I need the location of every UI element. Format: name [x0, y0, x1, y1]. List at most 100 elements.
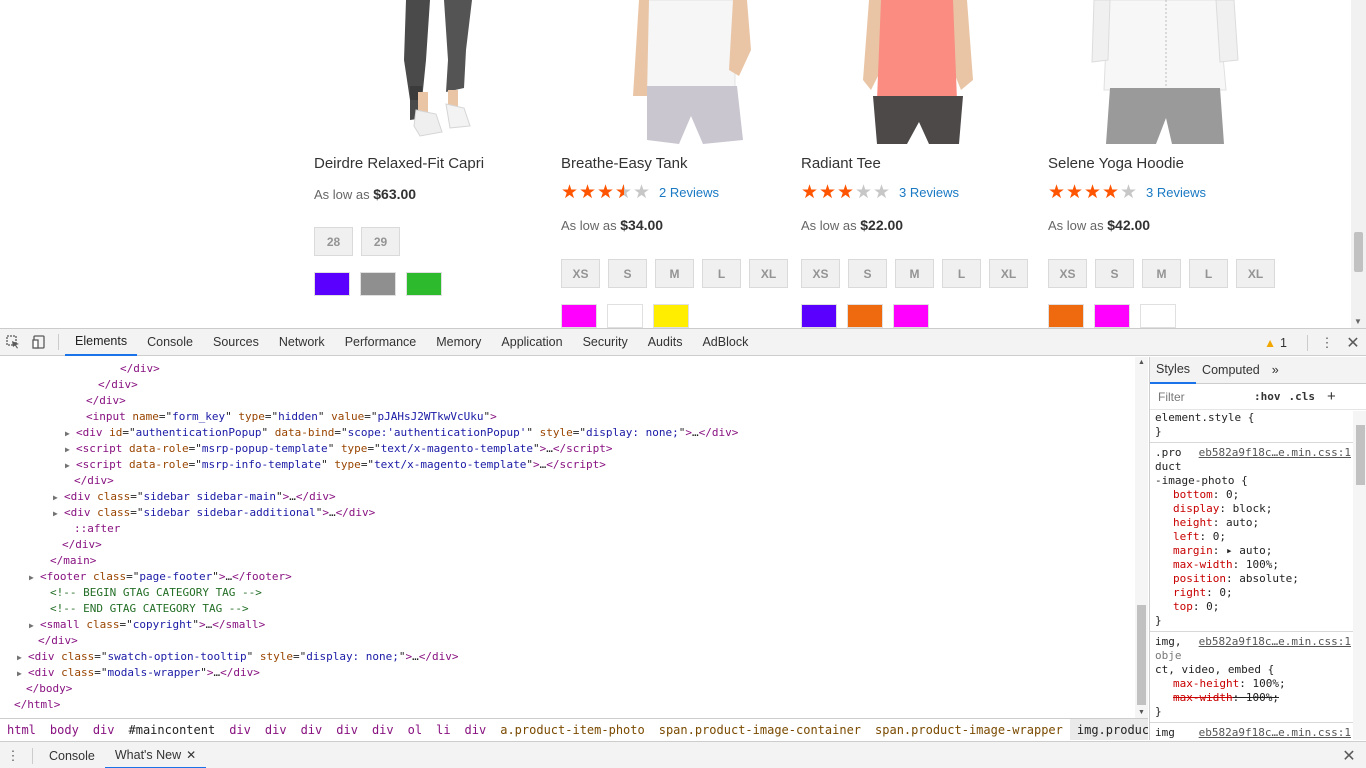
color-swatch[interactable] [360, 272, 396, 296]
product-name[interactable]: Selene Yoga Hoodie [1048, 155, 1184, 172]
breadcrumb-item[interactable]: div [294, 719, 330, 740]
size-option[interactable]: XS [561, 259, 600, 288]
drawer-tab-whats-new[interactable]: What's New ✕ [104, 742, 207, 768]
styles-scrollbar-thumb[interactable] [1356, 425, 1365, 485]
breadcrumb-item[interactable]: div [458, 719, 494, 740]
css-property[interactable]: position: absolute; [1150, 572, 1353, 586]
tab-styles[interactable]: Styles [1150, 357, 1197, 384]
dom-node[interactable]: </div> [120, 361, 160, 377]
size-option[interactable]: XL [989, 259, 1028, 288]
breadcrumb-item[interactable]: a.product-item-photo [493, 719, 652, 740]
size-option[interactable]: XL [1236, 259, 1275, 288]
stylesheet-link[interactable]: eb582a9f18c…e.min.css:1 [1199, 446, 1351, 460]
size-option[interactable]: XS [801, 259, 840, 288]
breadcrumb-item[interactable]: #maincontent [122, 719, 223, 740]
color-swatch[interactable] [653, 304, 689, 328]
css-selector[interactable]: obje [1150, 649, 1353, 663]
expand-arrow-icon[interactable]: ▶ [29, 570, 37, 586]
tab-console[interactable]: Console [137, 329, 203, 356]
breadcrumb-item[interactable]: div [329, 719, 365, 740]
color-swatch[interactable] [1048, 304, 1084, 328]
product-name[interactable]: Breathe-Easy Tank [561, 155, 687, 172]
tab-elements[interactable]: Elements [65, 329, 138, 356]
dom-node[interactable]: <!-- END GTAG CATEGORY TAG --> [50, 601, 249, 617]
dom-node[interactable]: </body> [26, 681, 72, 697]
size-option[interactable]: S [1095, 259, 1134, 288]
expand-arrow-icon[interactable]: ▶ [17, 650, 25, 666]
size-option[interactable]: L [942, 259, 981, 288]
color-swatch[interactable] [607, 304, 643, 328]
size-option[interactable]: XS [1048, 259, 1087, 288]
stylesheet-link[interactable]: eb582a9f18c…e.min.css:1 [1199, 635, 1351, 649]
color-swatch[interactable] [1140, 304, 1176, 328]
reviews-link[interactable]: 3 Reviews [1146, 185, 1206, 200]
dom-node[interactable]: </div> [74, 473, 114, 489]
css-property[interactable]: display: block; [1150, 502, 1353, 516]
size-option[interactable]: M [895, 259, 934, 288]
elements-scrollbar[interactable]: ▲ ▼ [1135, 357, 1148, 718]
class-toggle[interactable]: .cls [1289, 390, 1316, 403]
css-property[interactable]: bottom: 0; [1150, 488, 1353, 502]
css-selector[interactable]: element.style { [1150, 411, 1353, 425]
new-rule-icon[interactable]: + [1327, 388, 1336, 405]
dom-node[interactable]: ▶ <script data-role="msrp-popup-template"… [65, 441, 613, 457]
elements-scrollbar-thumb[interactable] [1137, 605, 1146, 705]
size-option[interactable]: M [1142, 259, 1181, 288]
product-photo[interactable] [314, 0, 544, 144]
stylesheet-link[interactable]: eb582a9f18c…e.min.css:1 [1199, 726, 1351, 740]
color-swatch[interactable] [561, 304, 597, 328]
page-scrollbar-thumb[interactable] [1354, 232, 1363, 272]
css-property[interactable]: left: 0; [1150, 530, 1353, 544]
color-swatch[interactable] [801, 304, 837, 328]
css-selector[interactable]: } [1150, 425, 1353, 439]
breadcrumb-item[interactable]: div [86, 719, 122, 740]
breadcrumb-item[interactable]: body [43, 719, 86, 740]
dom-node[interactable]: ▶ <footer class="page-footer">…</footer> [29, 569, 292, 585]
more-options-icon[interactable]: ⋮ [1314, 330, 1340, 356]
styles-scrollbar[interactable] [1353, 411, 1366, 740]
color-swatch[interactable] [847, 304, 883, 328]
color-swatch[interactable] [1094, 304, 1130, 328]
tab-memory[interactable]: Memory [426, 329, 491, 356]
tab-audits[interactable]: Audits [638, 329, 693, 356]
breadcrumb-item[interactable]: li [429, 719, 457, 740]
warnings-counter[interactable]: ▲ 1 [1264, 336, 1287, 350]
dom-node[interactable]: ▶ <div class="sidebar sidebar-additional"… [53, 505, 375, 521]
css-selector[interactable]: img eb582a9f18c…e.min.css:1 [1150, 726, 1353, 740]
breadcrumb-item[interactable]: div [222, 719, 258, 740]
css-property[interactable]: right: 0; [1150, 586, 1353, 600]
tab-sources[interactable]: Sources [203, 329, 269, 356]
css-selector[interactable]: -image-photo { [1150, 474, 1353, 488]
css-property[interactable]: height: auto; [1150, 516, 1353, 530]
expand-arrow-icon[interactable]: ▶ [65, 458, 73, 474]
tab-adblock[interactable]: AdBlock [692, 329, 758, 356]
tab-computed[interactable]: Computed [1196, 357, 1266, 384]
css-selector[interactable]: duct [1150, 460, 1353, 474]
tab-network[interactable]: Network [269, 329, 335, 356]
elements-tree[interactable]: </div> </div> </div> <input name="form_key"… [0, 357, 1148, 718]
more-tabs-icon[interactable]: » [1266, 357, 1285, 384]
device-toolbar-icon[interactable] [26, 329, 52, 355]
dom-node[interactable]: ▶ <div class="swatch-option-tooltip" styl… [17, 649, 459, 665]
inspect-element-icon[interactable] [0, 329, 26, 355]
css-selector[interactable]: } [1150, 705, 1353, 719]
dom-node[interactable]: ▶ <div class="sidebar sidebar-main">…</di… [53, 489, 336, 505]
expand-arrow-icon[interactable]: ▶ [29, 618, 37, 634]
breadcrumb-item[interactable]: div [258, 719, 294, 740]
close-drawer-icon[interactable]: ✕ [1336, 743, 1362, 768]
expand-arrow-icon[interactable]: ▶ [53, 490, 61, 506]
breadcrumb-item[interactable]: span.product-image-container [652, 719, 868, 740]
size-option[interactable]: S [608, 259, 647, 288]
scroll-down-arrow-icon[interactable]: ▼ [1138, 709, 1145, 716]
size-option[interactable]: M [655, 259, 694, 288]
product-name[interactable]: Deirdre Relaxed-Fit Capri [314, 155, 484, 172]
close-tab-icon[interactable]: ✕ [186, 748, 196, 762]
reviews-link[interactable]: 2 Reviews [659, 185, 719, 200]
tab-application[interactable]: Application [491, 329, 572, 356]
dom-node[interactable]: <!-- BEGIN GTAG CATEGORY TAG --> [50, 585, 262, 601]
product-name[interactable]: Radiant Tee [801, 155, 881, 172]
scroll-up-arrow-icon[interactable]: ▲ [1138, 359, 1145, 366]
css-property[interactable]: max-height: 100%; [1150, 677, 1353, 691]
drawer-tab-console[interactable]: Console [39, 742, 105, 768]
close-devtools-icon[interactable]: ✕ [1340, 330, 1366, 356]
